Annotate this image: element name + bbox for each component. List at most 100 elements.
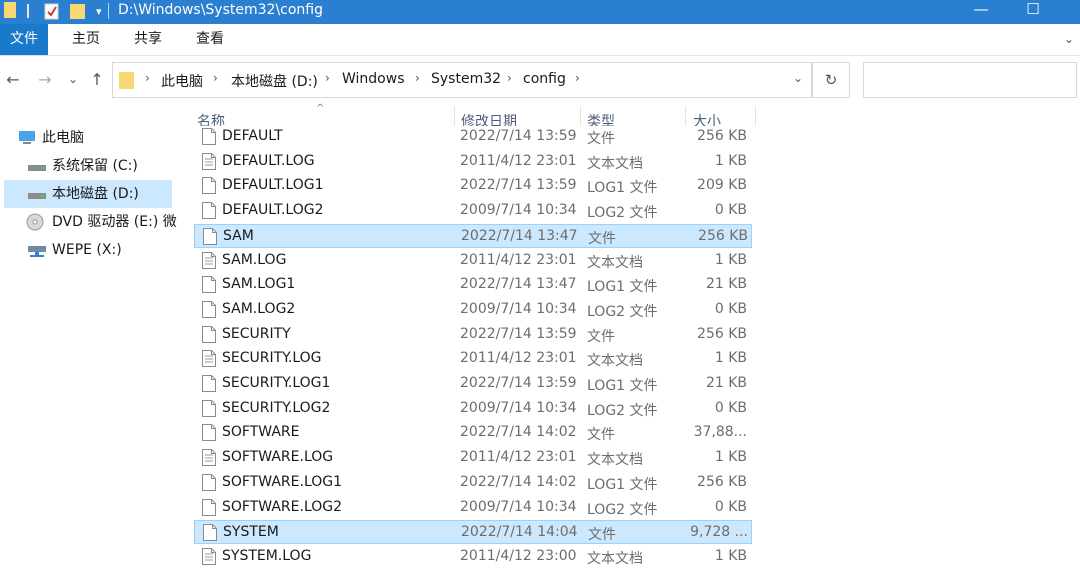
file-row[interactable]: DEFAULT.LOG1 2022/7/14 13:59 LOG1 文件 209 KB — [194, 174, 752, 198]
file-type: 文本文档 — [587, 353, 643, 369]
file-type: 文件 — [588, 231, 616, 247]
file-modified-date: 2022/7/14 13:59 — [460, 326, 577, 342]
file-size: 256 KB — [698, 228, 748, 244]
file-row[interactable]: DEFAULT.LOG 2011/4/12 23:01 文本文档 1 KB — [194, 150, 752, 174]
folder-icon — [119, 72, 134, 89]
sidebar-item-label: WEPE (X:) — [52, 242, 122, 258]
tab-file[interactable]: 文件 — [0, 24, 48, 55]
file-type: 文本文档 — [587, 156, 643, 172]
file-row[interactable]: SAM.LOG 2011/4/12 23:01 文本文档 1 KB — [194, 249, 752, 273]
file-modified-date: 2011/4/12 23:01 — [460, 449, 577, 465]
file-modified-date: 2022/7/14 13:47 — [461, 228, 578, 244]
window-title: D:\Windows\System32\config — [118, 2, 324, 18]
file-size: 256 KB — [697, 326, 747, 342]
file-row[interactable]: SAM.LOG1 2022/7/14 13:47 LOG1 文件 21 KB — [194, 273, 752, 297]
file-size: 209 KB — [697, 177, 747, 193]
file-name: SECURITY.LOG — [222, 350, 322, 366]
customize-toolbar-chevron-icon[interactable]: ▾ — [96, 5, 102, 18]
new-folder-icon[interactable] — [70, 2, 86, 20]
text-file-icon — [202, 548, 216, 565]
breadcrumb-separator[interactable]: › — [575, 71, 580, 85]
file-name: SOFTWARE — [222, 424, 300, 440]
tab-share[interactable]: 共享 — [126, 24, 170, 55]
address-history-chevron-icon[interactable]: ⌄ — [793, 71, 803, 85]
file-modified-date: 2022/7/14 13:59 — [460, 375, 577, 391]
file-row[interactable]: DEFAULT.LOG2 2009/7/14 10:34 LOG2 文件 0 KB — [194, 199, 752, 223]
file-size: 256 KB — [697, 474, 747, 490]
file-size: 21 KB — [705, 276, 747, 292]
file-name: DEFAULT.LOG — [222, 153, 315, 169]
file-icon — [202, 499, 216, 516]
file-size: 21 KB — [705, 375, 747, 391]
file-type: 文本文档 — [587, 551, 643, 567]
breadcrumb-system32[interactable]: System32 — [431, 71, 501, 87]
file-modified-date: 2022/7/14 13:59 — [460, 177, 577, 193]
file-modified-date: 2009/7/14 10:34 — [460, 499, 577, 515]
file-icon — [202, 301, 216, 318]
file-name: SECURITY.LOG2 — [222, 400, 331, 416]
sidebar-item-wepe-x[interactable]: WEPE (X:) — [4, 236, 180, 264]
breadcrumb-this-pc[interactable]: 此电脑 — [161, 71, 203, 91]
file-type: LOG2 文件 — [587, 403, 658, 419]
file-type: LOG2 文件 — [587, 304, 658, 320]
breadcrumb-drive-d[interactable]: 本地磁盘 (D:) — [231, 71, 318, 91]
sort-ascending-icon: ^ — [316, 103, 325, 114]
file-type: LOG1 文件 — [587, 180, 658, 196]
file-row[interactable]: SAM.LOG2 2009/7/14 10:34 LOG2 文件 0 KB — [194, 298, 752, 322]
file-row[interactable]: SYSTEM 2022/7/14 14:04 文件 9,728 ... — [194, 520, 752, 544]
file-type: 文本文档 — [587, 255, 643, 271]
up-button[interactable]: ↑ — [88, 70, 106, 90]
file-name: SYSTEM.LOG — [222, 548, 312, 564]
file-name: SYSTEM — [223, 524, 279, 540]
breadcrumb-separator[interactable]: › — [507, 71, 512, 85]
file-name: SAM.LOG — [222, 252, 287, 268]
file-row[interactable]: SOFTWARE.LOG1 2022/7/14 14:02 LOG1 文件 256 K… — [194, 471, 752, 495]
file-type: LOG1 文件 — [587, 477, 658, 493]
tab-view[interactable]: 查看 — [188, 24, 232, 55]
file-row[interactable]: SAM 2022/7/14 13:47 文件 256 KB — [194, 224, 752, 248]
minimize-button[interactable]: — — [958, 0, 1004, 22]
file-type: LOG2 文件 — [587, 502, 658, 518]
file-row[interactable]: SECURITY.LOG1 2022/7/14 13:59 LOG1 文件 21 KB — [194, 372, 752, 396]
breadcrumb-config[interactable]: config — [523, 71, 566, 87]
file-type: LOG1 文件 — [587, 279, 658, 295]
sidebar-item-this-pc[interactable]: 此电脑 — [4, 124, 180, 152]
breadcrumb-separator[interactable]: › — [325, 71, 330, 85]
file-name: SAM.LOG1 — [222, 276, 296, 292]
breadcrumb-windows[interactable]: Windows — [342, 71, 405, 87]
file-list: DEFAULT 2022/7/14 13:59 文件 256 KB DEFAULT.LO… — [182, 126, 1080, 584]
file-row[interactable]: SECURITY.LOG2 2009/7/14 10:34 LOG2 文件 0 KB — [194, 397, 752, 421]
navigation-pane: 此电脑 系统保留 (C:) 本地磁盘 (D:) DVD 驱动器 (E:) 微 W… — [0, 104, 182, 584]
file-name: DEFAULT.LOG2 — [222, 202, 324, 218]
refresh-button[interactable]: ↻ — [812, 62, 850, 98]
file-row[interactable]: SOFTWARE.LOG 2011/4/12 23:01 文本文档 1 KB — [194, 446, 752, 470]
forward-button[interactable]: → — [36, 70, 54, 90]
file-size: 0 KB — [714, 400, 747, 416]
pin-icon[interactable] — [26, 4, 30, 18]
file-modified-date: 2011/4/12 23:00 — [460, 548, 577, 564]
file-row[interactable]: SOFTWARE.LOG2 2009/7/14 10:34 LOG2 文件 0 KB — [194, 496, 752, 520]
file-row[interactable]: SECURITY.LOG 2011/4/12 23:01 文本文档 1 KB — [194, 347, 752, 371]
expand-ribbon-icon[interactable]: ⌄ — [1064, 32, 1076, 46]
address-bar[interactable]: › 此电脑 › 本地磁盘 (D:) › Windows › System32 ›… — [112, 62, 812, 98]
breadcrumb-separator[interactable]: › — [213, 71, 218, 85]
maximize-button[interactable]: ☐ — [1010, 0, 1056, 22]
breadcrumb-separator[interactable]: › — [415, 71, 420, 85]
file-row[interactable]: SECURITY 2022/7/14 13:59 文件 256 KB — [194, 323, 752, 347]
sidebar-item-dvd-e[interactable]: DVD 驱动器 (E:) 微 — [4, 208, 180, 236]
back-button[interactable]: ← — [4, 70, 22, 90]
file-name: SOFTWARE.LOG2 — [222, 499, 343, 515]
sidebar-item-drive-c[interactable]: 系统保留 (C:) — [4, 152, 180, 180]
properties-icon[interactable] — [44, 2, 62, 20]
search-input[interactable] — [863, 62, 1077, 98]
file-row[interactable]: SYSTEM.LOG 2011/4/12 23:00 文本文档 1 KB — [194, 545, 752, 569]
breadcrumb-separator[interactable]: › — [145, 71, 150, 85]
tab-home[interactable]: 主页 — [64, 24, 108, 55]
file-row[interactable]: SOFTWARE 2022/7/14 14:02 文件 37,88... — [194, 421, 752, 445]
file-modified-date: 2009/7/14 10:34 — [460, 400, 577, 416]
sidebar-item-drive-d[interactable]: 本地磁盘 (D:) — [4, 180, 172, 208]
recent-locations-button[interactable]: ⌄ — [66, 72, 80, 92]
file-row[interactable]: DEFAULT 2022/7/14 13:59 文件 256 KB — [194, 126, 752, 149]
file-size: 256 KB — [697, 128, 747, 144]
file-icon — [202, 474, 216, 491]
